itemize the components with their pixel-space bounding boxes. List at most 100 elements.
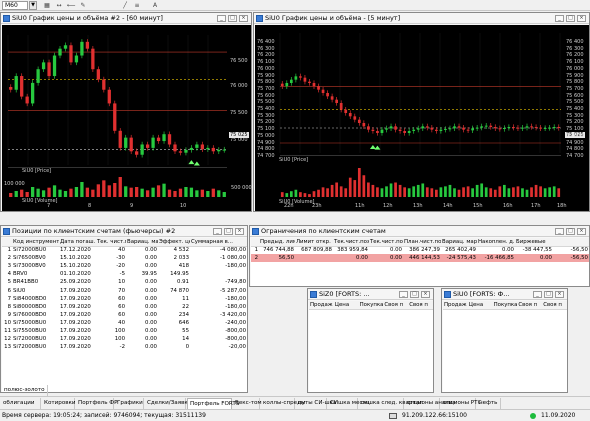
column-header[interactable]: Лимит откр. п.: [295, 238, 333, 247]
column-header[interactable]: Суммарная в...: [190, 238, 247, 247]
window-titlebar[interactable]: SiU0 График цены и объёма - [5 минут] _ …: [254, 13, 589, 24]
minimize-button[interactable]: _: [555, 228, 564, 235]
table-row[interactable]: 11 Si75500BU0 17.09.2020 100 0.00 55 -800,00: [2, 327, 247, 335]
table-row[interactable]: 3 Si73000BV0 15.10.2020 -20 0.00 418 -180,00: [2, 262, 247, 270]
y-tick: 75 700: [257, 85, 275, 92]
column-header[interactable]: Тек.чист.поз.: [333, 238, 369, 247]
tab-polyus[interactable]: полюс-золото: [2, 385, 48, 396]
column-header[interactable]: Эффект. цена: [158, 238, 190, 247]
hline-icon[interactable]: ≡: [132, 1, 142, 10]
timeframe-select[interactable]: M60: [2, 1, 28, 10]
close-button[interactable]: ×: [235, 228, 244, 235]
maximize-button[interactable]: □: [566, 228, 575, 235]
column-header[interactable]: Тек.чист.поз. (: [369, 238, 403, 247]
close-button[interactable]: ×: [421, 291, 430, 298]
minimize-button[interactable]: _: [217, 15, 226, 22]
table-row[interactable]: 5 BR41BB0 25.09.2020 10 0.00 0.91 -749,80: [2, 278, 247, 286]
column-header[interactable]: Предыд. лим.: [259, 238, 295, 247]
column-header[interactable]: Цена: [467, 301, 493, 310]
chart-canvas[interactable]: SiU0 [Price] SiU0 [Volume] 75 025 76 400…: [255, 25, 589, 211]
arrow-icon[interactable]: ⟵: [66, 1, 76, 10]
tab-12[interactable]: опционы РТС: [441, 398, 482, 409]
close-button[interactable]: ×: [239, 15, 248, 22]
close-button[interactable]: ×: [577, 228, 586, 235]
maximize-button[interactable]: □: [566, 15, 575, 22]
text-tool-icon[interactable]: A: [150, 1, 160, 10]
column-header[interactable]: Покупка: [358, 301, 384, 310]
chart-grid-icon[interactable]: ▦: [42, 1, 52, 10]
table-row[interactable]: 2 56,50 0.00 0.00 446 144,53 -24 575,43 -16 46…: [251, 254, 589, 263]
tab-6[interactable]: Бекс-том: [233, 398, 262, 409]
tab-7[interactable]: коллы-спреды: [261, 398, 305, 409]
tab-10[interactable]: сишка след. квартал: [359, 398, 423, 409]
chart1-svg[interactable]: [2, 25, 251, 211]
tab-2[interactable]: Портфель ФР: [76, 398, 118, 409]
tab-5[interactable]: Портфель FORTS: [187, 398, 239, 409]
table-row[interactable]: 9 Si76000BD0 17.09.2020 60 0.00 234 -3 420,00: [2, 311, 247, 319]
maximize-button[interactable]: □: [228, 15, 237, 22]
table-row[interactable]: 6 SiU0 17.09.2020 70 0.00 74 870 -5 287,00: [2, 286, 247, 294]
column-header[interactable]: Своя п: [517, 301, 543, 310]
column-header[interactable]: [553, 238, 589, 247]
tab-1[interactable]: Котировки: [42, 398, 76, 409]
table-cell: Si75000BU0: [13, 319, 47, 326]
column-header[interactable]: Код инструмента: [12, 238, 59, 247]
maximize-button[interactable]: □: [224, 228, 233, 235]
window-titlebar[interactable]: SiU0 График цены и объёма #2 - [60 минут…: [1, 13, 251, 24]
line-icon[interactable]: ╱: [120, 1, 130, 10]
window-titlebar[interactable]: SiZ0 [FORTS: ... _ □ ×: [308, 289, 433, 300]
table-row[interactable]: 10 Si75000BU0 17.09.2020 40 0.00 646 -240,00: [2, 319, 247, 327]
window-titlebar[interactable]: SiU0 [FORTS: Ф... _ □ ×: [442, 289, 567, 300]
column-header[interactable]: Тек. чист.поз.: [96, 238, 126, 247]
tab-9[interactable]: СИшка месяц: [328, 398, 370, 409]
table-row[interactable]: 8 Si80000BD0 17.09.2020 60 0.00 22 -180,00: [2, 303, 247, 311]
maximize-button[interactable]: □: [544, 291, 553, 298]
minimize-button[interactable]: _: [399, 291, 408, 298]
table-row[interactable]: 1 Si72000BU0 17.12.2020 40 0.00 4 532 -4 080,0…: [2, 246, 247, 254]
window-titlebar[interactable]: Позиции по клиентским счетам (фьючерсы) …: [1, 226, 247, 237]
column-header[interactable]: Покупка: [492, 301, 518, 310]
column-header[interactable]: [251, 238, 259, 247]
column-header[interactable]: Накоплен. д.: [477, 238, 515, 247]
column-header[interactable]: Дата погаш.: [59, 238, 96, 247]
pencil-icon[interactable]: ✎: [78, 1, 88, 10]
tab-4[interactable]: Сделки/Заявки: [145, 398, 191, 409]
column-header[interactable]: Своя п: [542, 301, 567, 310]
table-row[interactable]: 12 Si72000BU0 17.09.2020 100 0.00 14 -800,00: [2, 335, 247, 343]
column-header[interactable]: [2, 238, 12, 247]
close-button[interactable]: ×: [577, 15, 586, 22]
table-row[interactable]: 7 Si84000BD0 17.09.2020 60 0.00 11 -180,00: [2, 295, 247, 303]
maximize-button[interactable]: □: [410, 291, 419, 298]
candle-body: [317, 86, 320, 90]
minimize-button[interactable]: _: [533, 291, 542, 298]
table-row[interactable]: 1 746 744,88 687 809,88 383 959,84 0.00 386 2…: [251, 246, 589, 254]
candle-body: [362, 123, 366, 127]
table-cell: 0.00: [144, 311, 157, 318]
column-header[interactable]: Вариац. маржа: [126, 238, 158, 247]
minimize-button[interactable]: _: [213, 228, 222, 235]
tab-13[interactable]: нефть: [477, 398, 501, 409]
window-titlebar[interactable]: Ограничения по клиентским счетам _ □ ×: [250, 226, 589, 237]
column-header[interactable]: Своя п: [383, 301, 409, 310]
chart2-svg[interactable]: [255, 25, 589, 211]
tab-0[interactable]: облигации: [1, 398, 41, 409]
zoom-icon[interactable]: ↔: [54, 1, 64, 10]
y-tick: 75 700: [566, 85, 584, 92]
chart-canvas[interactable]: SiU0 [Price] SiU0 [Volume] 76 500 76 000…: [2, 25, 252, 211]
column-header[interactable]: Продаж: [443, 301, 468, 310]
column-header[interactable]: Своя п: [408, 301, 433, 310]
minimize-button[interactable]: _: [555, 15, 564, 22]
tab-11[interactable]: опционы анализ: [405, 398, 456, 409]
column-header[interactable]: План.чист.поз.: [403, 238, 441, 247]
tab-3[interactable]: Графики: [115, 398, 144, 409]
tab-8[interactable]: путы СИ-шка: [296, 398, 336, 409]
table-row[interactable]: 4 BRV0 01.10.2020 -5 39.95 149.95: [2, 270, 247, 278]
chevron-down-icon[interactable]: ▼: [29, 1, 37, 10]
column-header[interactable]: Продаж: [309, 301, 334, 310]
column-header[interactable]: Цена: [333, 301, 359, 310]
table-row[interactable]: 13 Si72000BU0 17.09.2020 -2 0.00 0 -20,00: [2, 343, 247, 351]
table-row[interactable]: 2 Si76500BV0 15.10.2020 -30 0.00 2 033 -1 080,…: [2, 254, 247, 262]
column-header[interactable]: Биржевые: [515, 238, 553, 247]
column-header[interactable]: Вариац. маржа: [441, 238, 477, 247]
close-button[interactable]: ×: [555, 291, 564, 298]
